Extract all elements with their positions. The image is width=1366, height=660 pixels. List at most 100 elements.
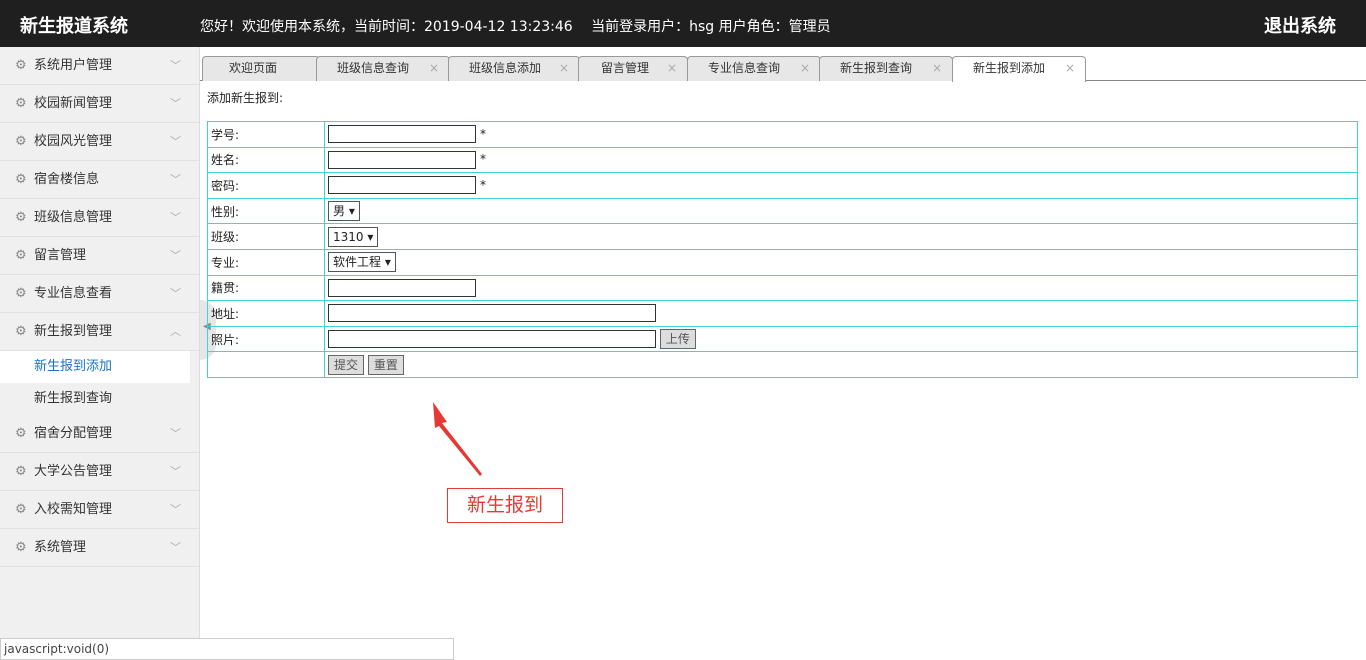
sidebar-item-label: 大学公告管理	[34, 464, 113, 479]
dropdown-arrow-icon: ▾	[367, 229, 374, 244]
reset-button[interactable]: 重置	[367, 354, 404, 375]
chevron-up-icon: ︿	[170, 325, 181, 338]
chevron-down-icon: ﹀	[170, 465, 181, 478]
major-label: 专业:	[207, 248, 325, 276]
chevron-down-icon: ﹀	[170, 287, 181, 300]
tab-messages[interactable]: 留言管理 ×	[578, 56, 688, 81]
tab-registration-query[interactable]: 新生报到查询 ×	[819, 56, 953, 81]
sidebar-item-label: 专业信息查看	[34, 286, 113, 301]
gear-icon: ⚙	[15, 426, 27, 441]
name-label: 姓名:	[207, 146, 325, 174]
logout-button[interactable]: 退出系统	[1264, 12, 1336, 38]
gender-label: 性别:	[207, 197, 325, 225]
form-row: 密码: *	[207, 172, 1358, 199]
sidebar-item-label: 新生报到管理	[34, 324, 113, 339]
sidebar-item-campus-scenery[interactable]: ⚙ 校园风光管理 ﹀	[0, 123, 199, 161]
class-select[interactable]: 1310 ▾	[328, 226, 379, 247]
main-content: 添加新生报到: 学号: * 姓名: * 密码: * 性别: 男 ▾ 班级: 13…	[207, 89, 1359, 378]
gender-select[interactable]: 男 ▾	[328, 201, 360, 222]
form-row: 专业: 软件工程 ▾	[207, 248, 1358, 276]
photo-label: 照片:	[207, 325, 325, 353]
major-select[interactable]: 软件工程 ▾	[328, 252, 396, 273]
password-input[interactable]	[328, 176, 476, 195]
sidebar-item-announcements[interactable]: ⚙ 大学公告管理 ﹀	[0, 453, 199, 491]
form-row: 学号: *	[207, 121, 1358, 148]
close-icon[interactable]: ×	[1065, 57, 1075, 80]
sidebar-item-label: 入校需知管理	[34, 502, 113, 517]
page-title: 添加新生报到:	[207, 91, 284, 105]
sidebar-item-label: 宿舍分配管理	[34, 426, 113, 441]
address-label: 地址:	[207, 300, 325, 327]
gear-icon: ⚙	[15, 540, 27, 555]
chevron-down-icon: ﹀	[170, 135, 181, 148]
dropdown-arrow-icon: ▾	[348, 204, 355, 219]
sidebar-item-label: 宿舍楼信息	[34, 172, 100, 187]
close-icon[interactable]: ×	[559, 57, 569, 80]
form-row: 地址:	[207, 300, 1358, 327]
form-row: 籍贯:	[207, 274, 1358, 302]
sidebar-subitem-registration-query[interactable]: 新生报到查询	[0, 383, 199, 415]
password-label: 密码:	[207, 172, 325, 199]
sidebar-item-dormitory[interactable]: ⚙ 宿舍楼信息 ﹀	[0, 161, 199, 199]
address-input[interactable]	[328, 304, 656, 323]
required-mark: *	[480, 152, 486, 167]
form-row: 姓名: *	[207, 146, 1358, 174]
sidebar-item-campus-news[interactable]: ⚙ 校园新闻管理 ﹀	[0, 85, 199, 123]
sidebar-item-label: 校园新闻管理	[34, 96, 113, 111]
gear-icon: ⚙	[15, 58, 27, 73]
gear-icon: ⚙	[15, 210, 27, 225]
tab-registration-add[interactable]: 新生报到添加 ×	[952, 56, 1086, 82]
sidebar-item-registration[interactable]: ⚙ 新生报到管理 ︿	[0, 313, 199, 351]
photo-path-input[interactable]	[328, 330, 656, 349]
form-row: 性别: 男 ▾	[207, 197, 1358, 225]
chevron-down-icon: ﹀	[170, 97, 181, 110]
chevron-down-icon: ﹀	[170, 427, 181, 440]
sidebar-item-class-info[interactable]: ⚙ 班级信息管理 ﹀	[0, 199, 199, 237]
chevron-down-icon: ﹀	[170, 211, 181, 224]
sidebar-item-major-info[interactable]: ⚙ 专业信息查看 ﹀	[0, 275, 199, 313]
gear-icon: ⚙	[15, 96, 27, 111]
sidebar-item-system-users[interactable]: ⚙ 系统用户管理 ﹀	[0, 47, 199, 85]
dropdown-arrow-icon: ▾	[384, 255, 391, 270]
upload-button[interactable]: 上传	[659, 329, 696, 350]
gear-icon: ⚙	[15, 464, 27, 479]
chevron-down-icon: ﹀	[170, 249, 181, 262]
sidebar-item-label: 系统用户管理	[34, 58, 113, 73]
tab-class-query[interactable]: 班级信息查询 ×	[316, 56, 450, 81]
origin-input[interactable]	[328, 278, 476, 297]
sidebar-item-system[interactable]: ⚙ 系统管理 ﹀	[0, 529, 199, 567]
top-bar: 新生报道系统 您好！欢迎使用本系统，当前时间：2019-04-12 13:23:…	[0, 0, 1366, 47]
close-icon[interactable]: ×	[429, 57, 439, 80]
sidebar-item-admission-notes[interactable]: ⚙ 入校需知管理 ﹀	[0, 491, 199, 529]
gear-icon: ⚙	[15, 286, 27, 301]
name-input[interactable]	[328, 150, 476, 169]
gear-icon: ⚙	[15, 324, 27, 339]
submit-button[interactable]: 提交	[328, 354, 365, 375]
app-title: 新生报道系统	[20, 16, 128, 37]
class-label: 班级:	[207, 223, 325, 250]
tab-class-add[interactable]: 班级信息添加 ×	[448, 56, 580, 81]
welcome-text: 您好！欢迎使用本系统，当前时间：2019-04-12 13:23:46 当前登录…	[200, 19, 831, 35]
sidebar-item-label: 系统管理	[34, 540, 87, 555]
form-row: 提交 重置	[207, 351, 1358, 378]
sidebar-subitem-registration-add[interactable]: 新生报到添加	[0, 351, 190, 383]
gear-icon: ⚙	[15, 248, 27, 263]
chevron-down-icon: ﹀	[170, 503, 181, 516]
student-no-input[interactable]	[328, 125, 476, 144]
student-no-label: 学号:	[207, 121, 325, 148]
chevron-down-icon: ﹀	[170, 541, 181, 554]
tab-major-query[interactable]: 专业信息查询 ×	[687, 56, 821, 81]
close-icon[interactable]: ×	[932, 57, 942, 80]
chevron-down-icon: ﹀	[170, 173, 181, 186]
form-row: 班级: 1310 ▾	[207, 223, 1358, 250]
sidebar-item-label: 班级信息管理	[34, 210, 113, 225]
close-icon[interactable]: ×	[800, 57, 810, 80]
sidebar-item-messages[interactable]: ⚙ 留言管理 ﹀	[0, 237, 199, 275]
gear-icon: ⚙	[15, 134, 27, 149]
sidebar-item-dorm-allocation[interactable]: ⚙ 宿舍分配管理 ﹀	[0, 415, 199, 453]
tab-welcome[interactable]: 欢迎页面	[202, 56, 320, 81]
class-value: 1310	[333, 229, 364, 244]
close-icon[interactable]: ×	[667, 57, 677, 80]
gear-icon: ⚙	[15, 502, 27, 517]
sidebar-item-label: 校园风光管理	[34, 134, 113, 149]
